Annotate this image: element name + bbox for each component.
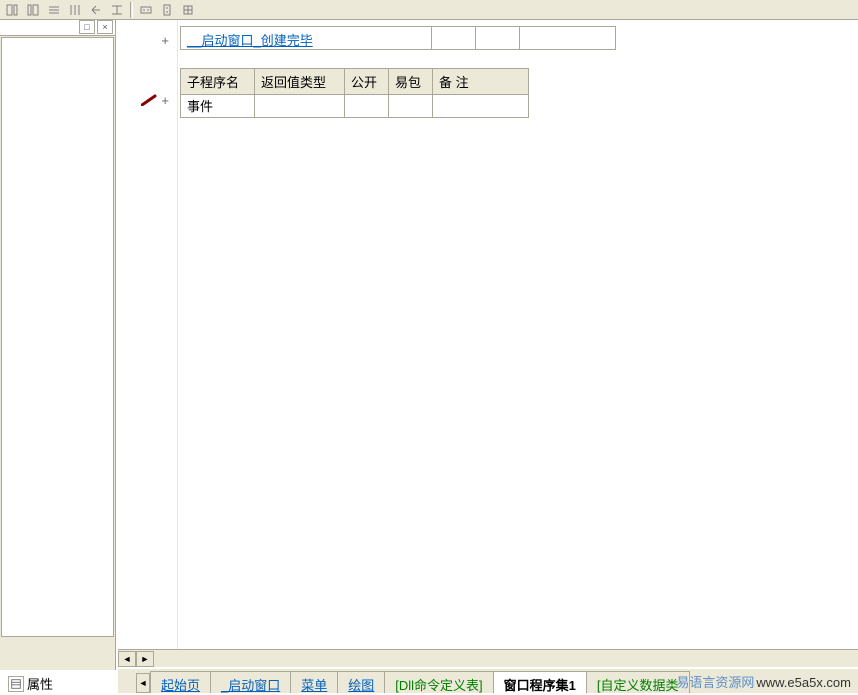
- properties-label: 属性: [27, 674, 53, 693]
- tab-menu[interactable]: 菜单: [290, 671, 338, 693]
- watermark-url: www.e5a5x.com: [756, 675, 851, 690]
- main-area: + + __启动窗口_创建完毕 子程序名 返回值类型 公开 易包 备 注: [118, 20, 858, 667]
- header-return-type: 返回值类型: [255, 69, 345, 95]
- content-area: __启动窗口_创建完毕 子程序名 返回值类型 公开 易包 备 注: [180, 26, 848, 118]
- tab-start-page[interactable]: 起始页: [150, 671, 211, 693]
- toolbar-btn-5[interactable]: [86, 1, 106, 19]
- toolbar-separator: [130, 2, 133, 18]
- tab-window-assembly-1[interactable]: 窗口程序集1: [493, 671, 587, 693]
- close-button[interactable]: ×: [97, 20, 113, 34]
- expand-icon-1[interactable]: +: [161, 33, 169, 48]
- watermark-text: 易语言资源网: [676, 672, 754, 691]
- cell-subroutine-name[interactable]: [181, 95, 255, 118]
- expand-icon-2[interactable]: +: [161, 93, 169, 108]
- horizontal-scrollbar: ◄ ►: [118, 649, 858, 667]
- dock-button[interactable]: □: [79, 20, 95, 34]
- tab-draw[interactable]: 绘图: [337, 671, 385, 693]
- table-header-row: 子程序名 返回值类型 公开 易包 备 注: [181, 69, 529, 95]
- left-panel: □ ×: [0, 20, 116, 670]
- properties-icon: [8, 676, 24, 692]
- toolbar-btn-6[interactable]: [107, 1, 127, 19]
- declaration-row: __启动窗口_创建完毕: [180, 26, 848, 50]
- left-panel-header: □ ×: [0, 20, 115, 36]
- declaration-name-cell[interactable]: __启动窗口_创建完毕: [180, 26, 432, 50]
- subroutine-table: 子程序名 返回值类型 公开 易包 备 注: [180, 68, 529, 118]
- top-toolbar: [0, 0, 858, 20]
- header-subroutine-name: 子程序名: [181, 69, 255, 95]
- toolbar-btn-7[interactable]: [136, 1, 156, 19]
- pencil-icon: [141, 94, 157, 106]
- table-row: [181, 95, 529, 118]
- tab-custom-datatypes[interactable]: [自定义数据类: [586, 671, 690, 693]
- cell-remark[interactable]: [433, 95, 529, 118]
- declaration-cell-3[interactable]: [476, 26, 520, 50]
- declaration-cell-2[interactable]: [432, 26, 476, 50]
- toolbar-btn-1[interactable]: [2, 1, 22, 19]
- header-package: 易包: [389, 69, 433, 95]
- header-remark: 备 注: [433, 69, 529, 95]
- cell-package[interactable]: [389, 95, 433, 118]
- tab-startup-window[interactable]: _启动窗口: [210, 671, 291, 693]
- gutter: + +: [118, 20, 178, 667]
- properties-bar[interactable]: 属性: [8, 674, 53, 693]
- toolbar-btn-8[interactable]: [157, 1, 177, 19]
- watermark: 易语言资源网 www.e5a5x.com: [676, 672, 851, 691]
- cell-public[interactable]: [345, 95, 389, 118]
- toolbar-btn-9[interactable]: [178, 1, 198, 19]
- toolbar-btn-4[interactable]: [65, 1, 85, 19]
- scroll-right-button[interactable]: ►: [136, 651, 154, 667]
- toolbar-btn-2[interactable]: [23, 1, 43, 19]
- toolbar-btn-3[interactable]: [44, 1, 64, 19]
- subroutine-name-input[interactable]: [187, 98, 248, 113]
- cell-return-type[interactable]: [255, 95, 345, 118]
- left-panel-body[interactable]: [1, 37, 114, 637]
- header-public: 公开: [345, 69, 389, 95]
- scroll-left-button[interactable]: ◄: [118, 651, 136, 667]
- declaration-cell-4[interactable]: [520, 26, 616, 50]
- tab-nav-left[interactable]: ◄: [136, 673, 150, 693]
- tab-dll-commands[interactable]: [Dll命令定义表]: [384, 671, 493, 693]
